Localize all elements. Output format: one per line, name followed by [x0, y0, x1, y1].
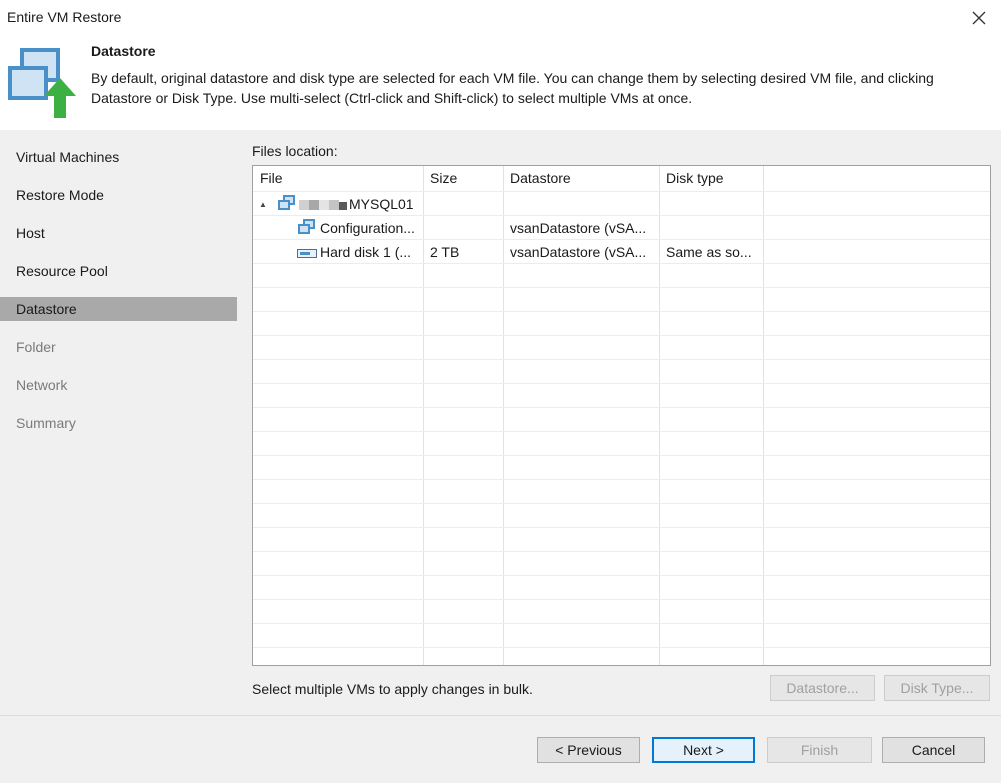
wizard-footer: < Previous Next > Finish Cancel [0, 715, 1001, 783]
cancel-button[interactable]: Cancel [882, 737, 985, 763]
file-disk-type: Same as so... [666, 244, 752, 260]
hard-disk-icon [297, 246, 317, 262]
next-button[interactable]: Next > [652, 737, 755, 763]
vm-icon [277, 194, 297, 215]
column-header-size[interactable]: Size [423, 166, 503, 191]
sidebar-item-restore-mode[interactable]: Restore Mode [0, 183, 237, 207]
close-icon[interactable] [967, 6, 991, 30]
column-divider [659, 166, 660, 665]
bulk-note: Select multiple VMs to apply changes in … [252, 681, 533, 697]
page-title: Datastore [91, 43, 156, 59]
column-divider [503, 166, 504, 665]
sidebar-item-folder: Folder [16, 339, 56, 355]
title-bar: Entire VM Restore [0, 0, 1001, 36]
file-size [430, 216, 502, 240]
column-divider [423, 166, 424, 665]
sidebar-item-datastore[interactable]: Datastore [0, 297, 237, 321]
config-icon [297, 218, 317, 239]
file-disk-type [666, 216, 762, 240]
datastore-button[interactable]: Datastore... [770, 675, 875, 701]
wizard-steps: Virtual Machines Restore Mode Host Resou… [0, 130, 237, 715]
file-name: Configuration... [320, 220, 415, 236]
file-name: MYSQL01 [349, 196, 414, 212]
column-header-file[interactable]: File [253, 166, 423, 191]
finish-button[interactable]: Finish [767, 737, 872, 763]
wizard-header: Datastore By default, original datastore… [0, 36, 1001, 130]
sidebar-item-summary: Summary [16, 415, 76, 431]
window-title: Entire VM Restore [7, 9, 122, 25]
file-datastore: vsanDatastore (vSA... [510, 220, 647, 236]
files-location-label: Files location: [252, 143, 338, 159]
column-header-datastore[interactable]: Datastore [503, 166, 659, 191]
files-grid[interactable]: File Size Datastore Disk type ▲ MYSQL01 … [252, 165, 991, 666]
redacted-name [299, 198, 351, 212]
sidebar-item-network: Network [16, 377, 68, 393]
page-description: By default, original datastore and disk … [91, 70, 934, 106]
file-name: Hard disk 1 (... [320, 244, 412, 260]
vm-restore-icon [6, 44, 78, 120]
main-panel: Files location: File Size Datastore Disk… [237, 130, 1001, 715]
sidebar-item-resource-pool[interactable]: Resource Pool [0, 259, 237, 283]
disk-type-button[interactable]: Disk Type... [884, 675, 990, 701]
column-header-disk-type[interactable]: Disk type [659, 166, 763, 191]
previous-button[interactable]: < Previous [537, 737, 640, 763]
sidebar-item-host[interactable]: Host [0, 221, 237, 245]
file-size: 2 TB [430, 244, 460, 260]
sidebar-item-virtual-machines[interactable]: Virtual Machines [0, 145, 237, 169]
collapse-triangle-icon[interactable]: ▲ [259, 200, 267, 209]
column-divider [763, 166, 764, 665]
file-datastore: vsanDatastore (vSA... [510, 244, 647, 260]
